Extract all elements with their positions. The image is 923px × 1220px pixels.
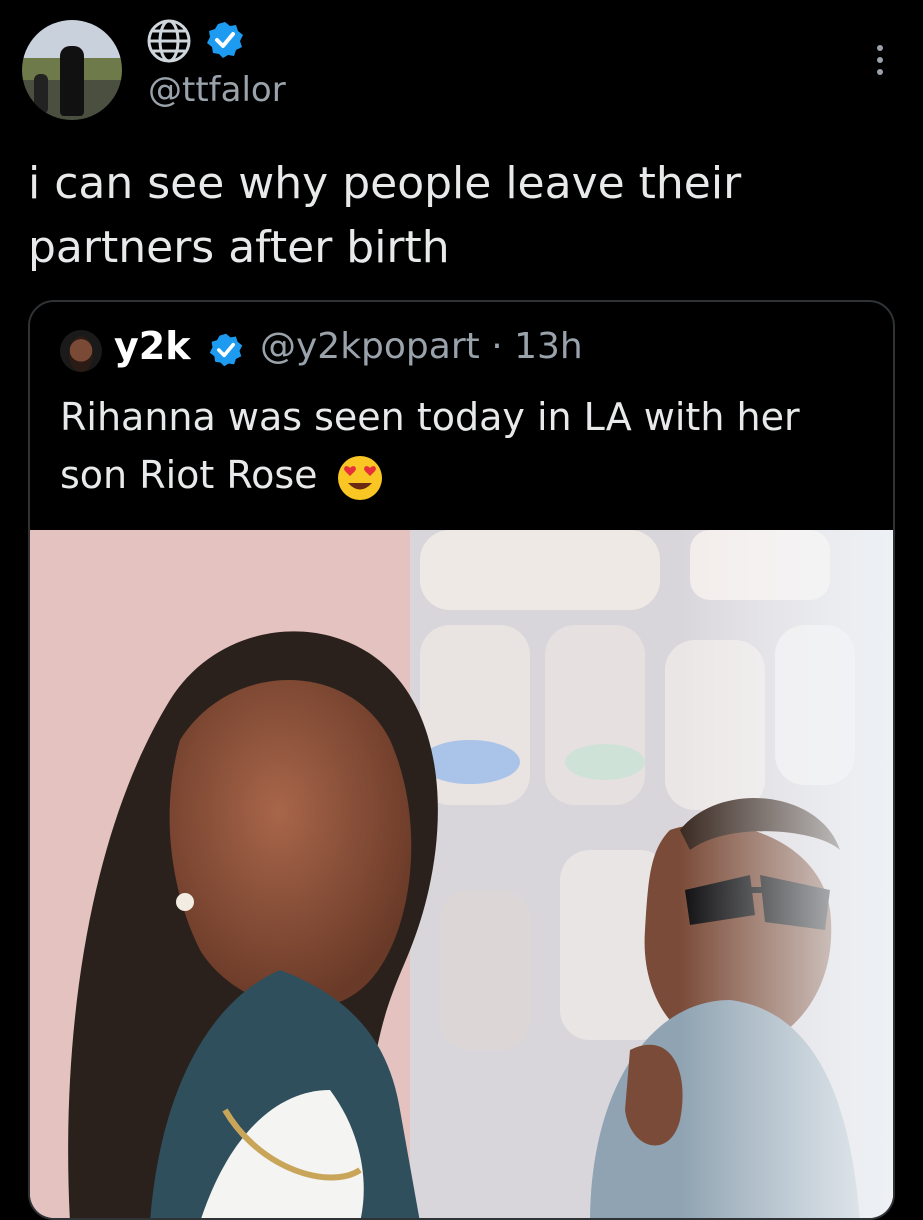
quoted-text-body: Rihanna was seen today in LA with her so…	[60, 395, 800, 497]
more-options-icon[interactable]	[868, 42, 892, 82]
heart-eyes-emoji-icon	[337, 455, 382, 500]
quoted-tweet[interactable]: y2k @y2kpopart · 13h Rihanna was seen to…	[28, 300, 895, 1220]
tweet-text: i can see why people leave their partner…	[28, 158, 742, 273]
quoted-verified-icon	[209, 333, 243, 367]
quoted-handle-time: @y2kpopart · 13h	[260, 326, 583, 367]
avatar[interactable]	[22, 20, 122, 120]
verified-icon	[207, 22, 243, 58]
quoted-display-name: y2k	[114, 324, 191, 368]
quoted-photo[interactable]	[30, 530, 895, 1220]
globe-icon	[147, 19, 191, 63]
quoted-text: Rihanna was seen today in LA with her so…	[60, 388, 860, 504]
author-handle[interactable]: @ttfalor	[148, 70, 286, 110]
quoted-avatar	[60, 330, 102, 372]
